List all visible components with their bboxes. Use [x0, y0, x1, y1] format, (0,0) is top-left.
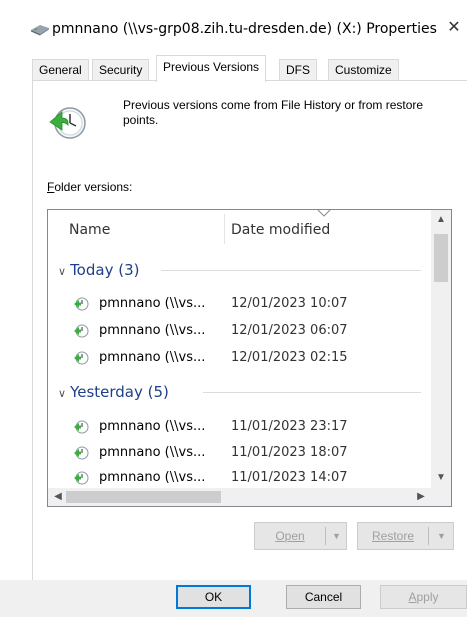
tab-general[interactable]: General [32, 59, 89, 81]
open-accesskey: O [275, 529, 285, 543]
scroll-left-icon[interactable]: ◀ [48, 487, 68, 506]
item-name: pmnnano (\\vs... [99, 445, 206, 460]
tab-customize[interactable]: Customize [328, 59, 399, 81]
item-name: pmnnano (\\vs... [99, 470, 206, 485]
open-label: pen [284, 529, 305, 543]
horizontal-scroll-thumb[interactable] [66, 491, 221, 503]
open-button[interactable]: Open [255, 523, 325, 549]
info-text: Previous versions come from File History… [123, 98, 424, 127]
item-date: 12/01/2023 02:15 [231, 350, 348, 365]
restore-accesskey: R [371, 529, 381, 543]
item-name: pmnnano (\\vs... [99, 350, 206, 365]
group-divider [203, 392, 421, 393]
version-folder-icon [74, 324, 89, 338]
version-folder-icon [74, 351, 89, 365]
restore-button[interactable]: Restore [358, 523, 428, 549]
chevron-down-icon: ∨ [58, 387, 67, 400]
restore-dropdown-icon[interactable]: ▼ [429, 523, 454, 549]
network-drive-icon [31, 25, 49, 36]
column-separator[interactable] [224, 214, 225, 244]
item-date: 12/01/2023 10:07 [231, 296, 348, 311]
group-title: Today (3) [70, 261, 140, 279]
group-header-today[interactable]: ∨ Today (3) [58, 257, 139, 283]
tab-previous-versions[interactable]: Previous Versions [156, 55, 267, 82]
list-item[interactable]: pmnnano (\\vs... 12/01/2023 06:07 [48, 320, 430, 342]
folder-versions-label-text: older versions: [54, 180, 133, 194]
apply-button[interactable]: Apply [380, 585, 467, 609]
list-item[interactable]: pmnnano (\\vs... 11/01/2023 18:07 [48, 442, 430, 464]
chevron-down-icon: ∨ [58, 265, 67, 278]
version-folder-icon [74, 446, 89, 460]
apply-label: pply [416, 590, 439, 604]
open-split-button[interactable]: Open ▼ [254, 522, 347, 550]
column-header-name[interactable]: Name [69, 210, 110, 246]
scrollbar-corner [431, 488, 451, 506]
list-item[interactable]: pmnnano (\\vs... 12/01/2023 10:07 [48, 293, 430, 315]
column-header-date[interactable]: Date modified [231, 210, 330, 246]
list-item[interactable]: pmnnano (\\vs... 12/01/2023 02:15 [48, 347, 430, 369]
tab-strip: General Security Previous Versions DFS C… [32, 55, 467, 82]
folder-versions-label: Folder versions: [47, 180, 132, 194]
window-title: pmnnano (\\vs-grp08.zih.tu-dresden.de) (… [52, 21, 437, 37]
close-icon: ✕ [447, 19, 461, 36]
cancel-button[interactable]: Cancel [286, 585, 361, 609]
scroll-down-icon[interactable]: ▼ [431, 468, 451, 488]
scroll-up-icon[interactable]: ▲ [431, 210, 451, 230]
restore-split-button[interactable]: Restore ▼ [357, 522, 454, 550]
item-name: pmnnano (\\vs... [99, 323, 206, 338]
group-title: Yesterday (5) [70, 383, 169, 401]
group-divider [161, 270, 421, 271]
horizontal-scrollbar[interactable]: ◀ ▶ [48, 488, 451, 506]
item-date: 11/01/2023 23:17 [231, 419, 348, 434]
item-name: pmnnano (\\vs... [99, 419, 206, 434]
list-item[interactable]: pmnnano (\\vs... 11/01/2023 23:17 [48, 416, 430, 438]
open-dropdown-icon[interactable]: ▼ [326, 523, 347, 549]
scroll-right-icon[interactable]: ▶ [411, 487, 431, 506]
item-date: 11/01/2023 18:07 [231, 445, 348, 460]
tab-dfs[interactable]: DFS [279, 59, 317, 81]
apply-accesskey: A [408, 590, 417, 604]
version-folder-icon [74, 420, 89, 434]
version-folder-icon [74, 297, 89, 311]
title-bar: pmnnano (\\vs-grp08.zih.tu-dresden.de) (… [0, 0, 467, 52]
item-name: pmnnano (\\vs... [99, 296, 206, 311]
versions-list[interactable]: Name Date modified ∨ Today (3) pmnnano (\… [47, 209, 452, 507]
close-button[interactable]: ✕ [441, 14, 467, 42]
version-folder-icon [74, 471, 89, 485]
ok-button[interactable]: OK [176, 585, 251, 609]
item-date: 12/01/2023 06:07 [231, 323, 348, 338]
tab-security[interactable]: Security [92, 59, 150, 81]
list-item[interactable]: pmnnano (\\vs... 11/01/2023 14:07 [48, 467, 430, 489]
vertical-scrollbar[interactable]: ▲ ▼ [431, 210, 451, 488]
group-header-yesterday[interactable]: ∨ Yesterday (5) [58, 379, 169, 405]
vertical-scroll-thumb[interactable] [434, 234, 448, 282]
restore-label: estore [380, 529, 415, 543]
item-date: 11/01/2023 14:07 [231, 470, 348, 485]
file-history-clock-icon [49, 107, 86, 139]
